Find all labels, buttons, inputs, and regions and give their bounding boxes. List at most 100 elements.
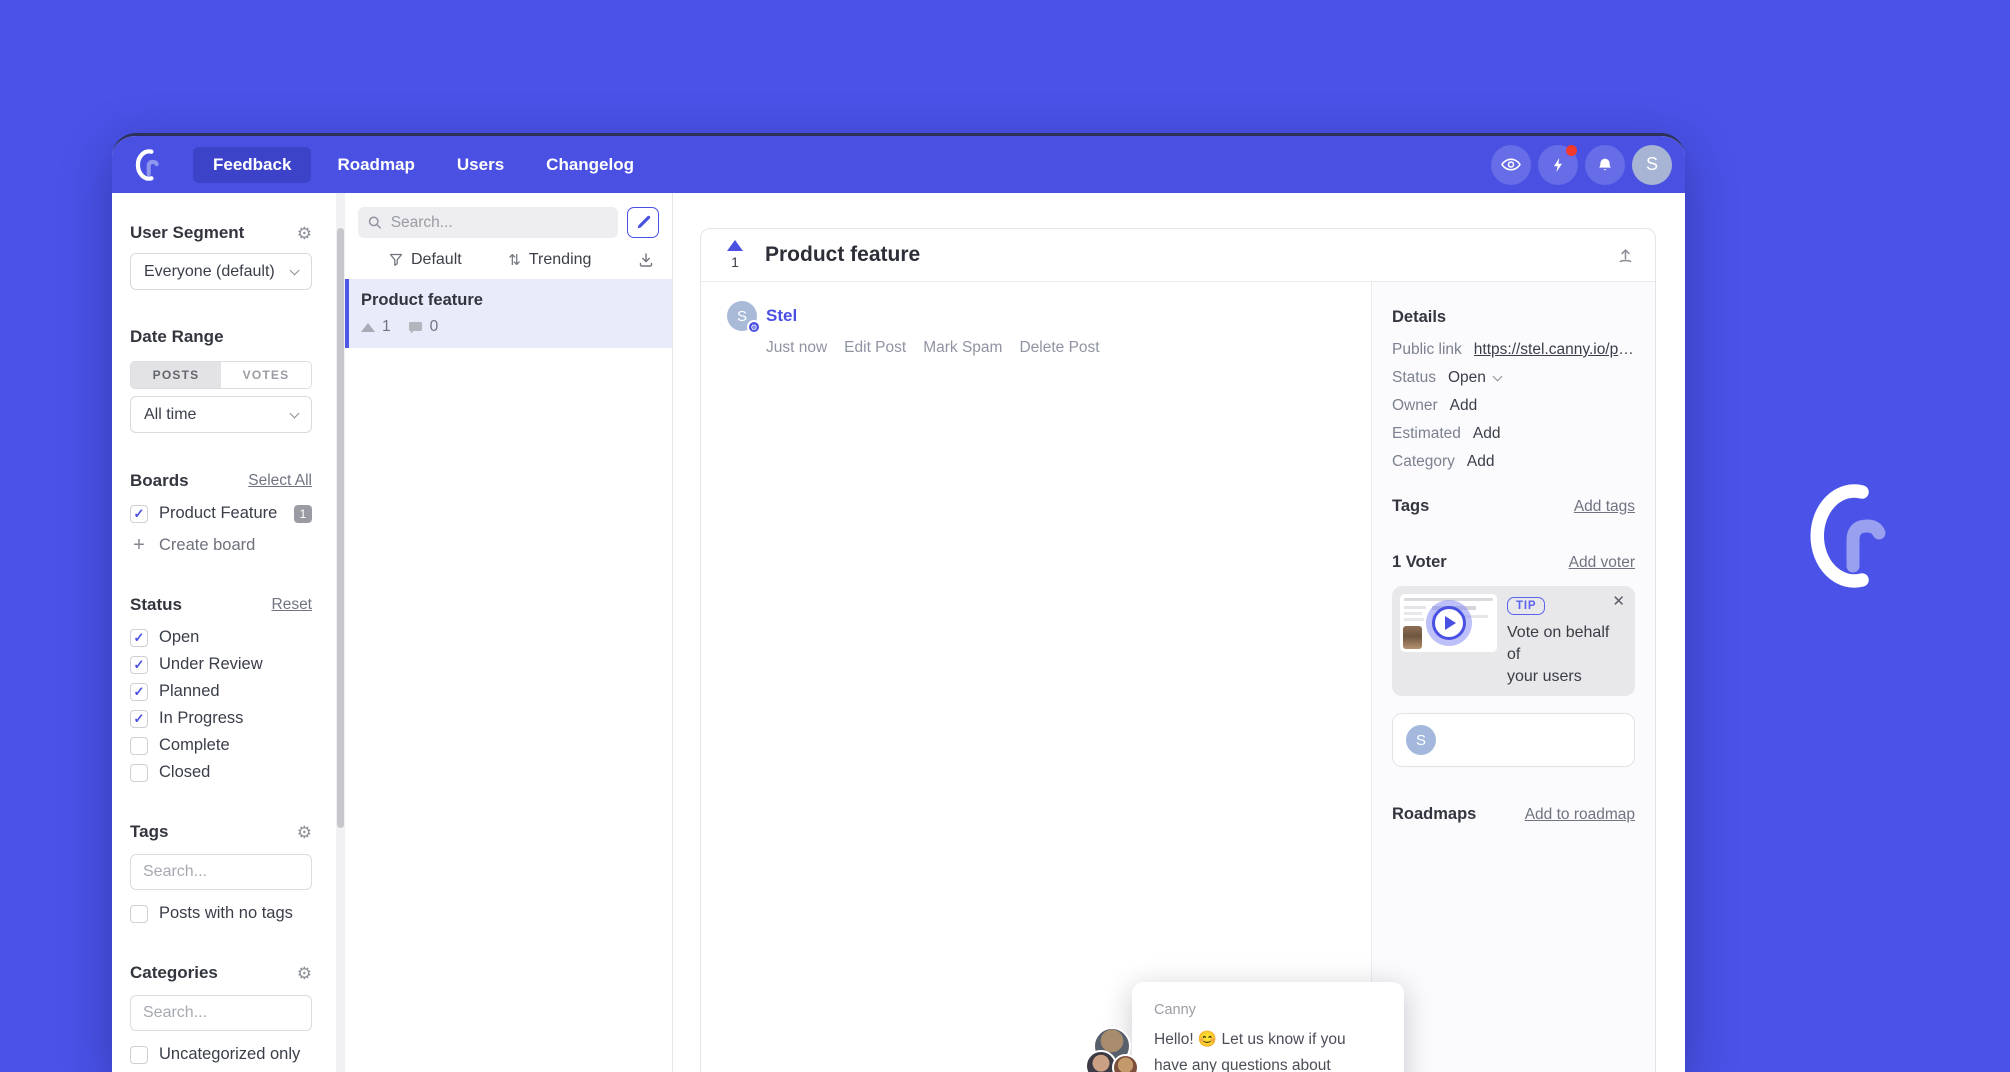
upvote-icon <box>727 240 743 251</box>
board-checkbox[interactable] <box>130 505 148 523</box>
edit-post-link[interactable]: Edit Post <box>844 339 906 357</box>
uncategorized-checkbox[interactable] <box>130 1046 148 1064</box>
search-icon <box>368 215 382 230</box>
status-reset-link[interactable]: Reset <box>272 596 313 614</box>
app-window: Feedback Roadmap Users Changelog <box>112 133 1685 1072</box>
no-tags-checkbox[interactable] <box>130 905 148 923</box>
close-icon[interactable]: ✕ <box>1612 594 1625 609</box>
date-range-title: Date Range <box>130 327 224 347</box>
upvote-icon <box>361 323 375 332</box>
chevron-down-icon <box>290 265 300 275</box>
date-range-value: All time <box>144 406 196 424</box>
filters-sidebar: User Segment ⚙ Everyone (default) Date R… <box>112 193 336 1072</box>
plus-icon: + <box>130 535 148 555</box>
author-name-link[interactable]: Stel <box>766 306 797 326</box>
tab-users[interactable]: Users <box>441 147 520 183</box>
status-row-closed[interactable]: Closed <box>130 763 312 782</box>
sort-trending-button[interactable]: ⇅ Trending <box>508 251 591 269</box>
delete-post-link[interactable]: Delete Post <box>1019 339 1099 357</box>
tab-feedback[interactable]: Feedback <box>193 147 311 183</box>
add-to-roadmap-link[interactable]: Add to roadmap <box>1525 806 1635 824</box>
post-detail-card: 1 Product feature S <box>700 228 1656 1072</box>
tags-section-title: Tags <box>1392 497 1429 516</box>
owner-add-button[interactable]: Add <box>1450 395 1478 416</box>
status-checkbox[interactable] <box>130 710 148 728</box>
play-button[interactable] <box>1426 600 1472 646</box>
nav-tabs: Feedback Roadmap Users Changelog <box>193 147 650 183</box>
boards-select-all-link[interactable]: Select All <box>248 472 312 490</box>
status-row-planned[interactable]: Planned <box>130 682 312 701</box>
presenter-photo <box>1403 626 1422 649</box>
user-avatar[interactable]: S <box>1632 145 1672 185</box>
eye-icon <box>1501 157 1521 172</box>
filter-default-button[interactable]: Default <box>389 251 462 269</box>
pin-icon[interactable] <box>1616 246 1635 265</box>
categories-gear-icon[interactable]: ⚙ <box>297 965 312 982</box>
whats-new-button[interactable] <box>1538 145 1578 185</box>
status-dropdown[interactable]: Open <box>1448 367 1501 388</box>
user-segment-value: Everyone (default) <box>144 263 275 281</box>
status-checkbox[interactable] <box>130 629 148 647</box>
user-segment-select[interactable]: Everyone (default) <box>130 253 312 290</box>
status-checkbox[interactable] <box>130 764 148 782</box>
marketing-canvas: Feedback Roadmap Users Changelog <box>0 0 2010 1072</box>
download-icon <box>638 252 654 268</box>
voter-list-card: S <box>1392 713 1635 767</box>
list-toolbar: Default ⇅ Trending <box>345 238 672 279</box>
status-checkbox[interactable] <box>130 683 148 701</box>
preview-eye-button[interactable] <box>1491 145 1531 185</box>
post-detail-area: 1 Product feature S <box>673 193 1685 1072</box>
create-post-button[interactable] <box>627 207 659 238</box>
canny-logo-icon[interactable] <box>133 147 159 183</box>
tab-roadmap[interactable]: Roadmap <box>321 147 430 183</box>
tags-title: Tags <box>130 822 168 842</box>
status-row-open[interactable]: Open <box>130 628 312 647</box>
user-segment-gear-icon[interactable]: ⚙ <box>297 225 312 242</box>
public-link-label: Public link <box>1392 339 1462 360</box>
public-link-url[interactable]: https://stel.canny.io/prod... <box>1474 339 1635 360</box>
date-range-select[interactable]: All time <box>130 396 312 433</box>
upvote-button[interactable]: 1 <box>724 240 746 270</box>
bell-icon <box>1597 157 1613 173</box>
status-checkbox[interactable] <box>130 737 148 755</box>
category-label: Category <box>1392 451 1455 472</box>
post-timestamp: Just now <box>766 339 827 357</box>
post-list-item[interactable]: Product feature 1 0 <box>345 279 672 348</box>
board-row[interactable]: Product Feature 1 <box>130 504 312 523</box>
uncategorized-row[interactable]: Uncategorized only <box>130 1045 312 1064</box>
board-count-badge: 1 <box>294 505 312 523</box>
status-checkbox[interactable] <box>130 656 148 674</box>
play-icon <box>1445 616 1456 630</box>
author-avatar[interactable]: S ⚙ <box>727 301 757 331</box>
status-row-complete[interactable]: Complete <box>130 736 312 755</box>
sidebar-scrollbar[interactable] <box>336 193 345 1072</box>
video-thumbnail[interactable] <box>1400 594 1497 652</box>
tip-card: TIP Vote on behalf of your users ✕ <box>1392 586 1635 696</box>
export-button[interactable] <box>638 252 654 268</box>
toggle-posts[interactable]: POSTS <box>131 362 221 388</box>
add-voter-link[interactable]: Add voter <box>1569 554 1635 572</box>
toggle-votes[interactable]: VOTES <box>221 362 311 388</box>
posts-search[interactable] <box>358 207 618 238</box>
status-row-under-review[interactable]: Under Review <box>130 655 312 674</box>
pencil-icon <box>635 214 652 231</box>
sort-arrows-icon: ⇅ <box>508 251 521 269</box>
voter-avatar[interactable]: S <box>1406 725 1436 755</box>
notifications-button[interactable] <box>1585 145 1625 185</box>
estimated-add-button[interactable]: Add <box>1473 423 1501 444</box>
category-add-button[interactable]: Add <box>1467 451 1495 472</box>
tags-search-input[interactable] <box>130 854 312 890</box>
scrollbar-thumb[interactable] <box>337 228 344 828</box>
tags-gear-icon[interactable]: ⚙ <box>297 824 312 841</box>
chat-widget[interactable]: Canny Hello! 😊 Let us know if you have a… <box>1132 982 1404 1072</box>
funnel-icon <box>389 253 403 267</box>
voters-section-title: 1 Voter <box>1392 553 1447 572</box>
add-tags-link[interactable]: Add tags <box>1574 498 1635 516</box>
posts-search-input[interactable] <box>389 213 608 233</box>
categories-search-input[interactable] <box>130 995 312 1031</box>
status-row-in-progress[interactable]: In Progress <box>130 709 312 728</box>
create-board-button[interactable]: + Create board <box>130 535 312 555</box>
no-tags-row[interactable]: Posts with no tags <box>130 904 312 923</box>
mark-spam-link[interactable]: Mark Spam <box>923 339 1002 357</box>
tab-changelog[interactable]: Changelog <box>530 147 650 183</box>
